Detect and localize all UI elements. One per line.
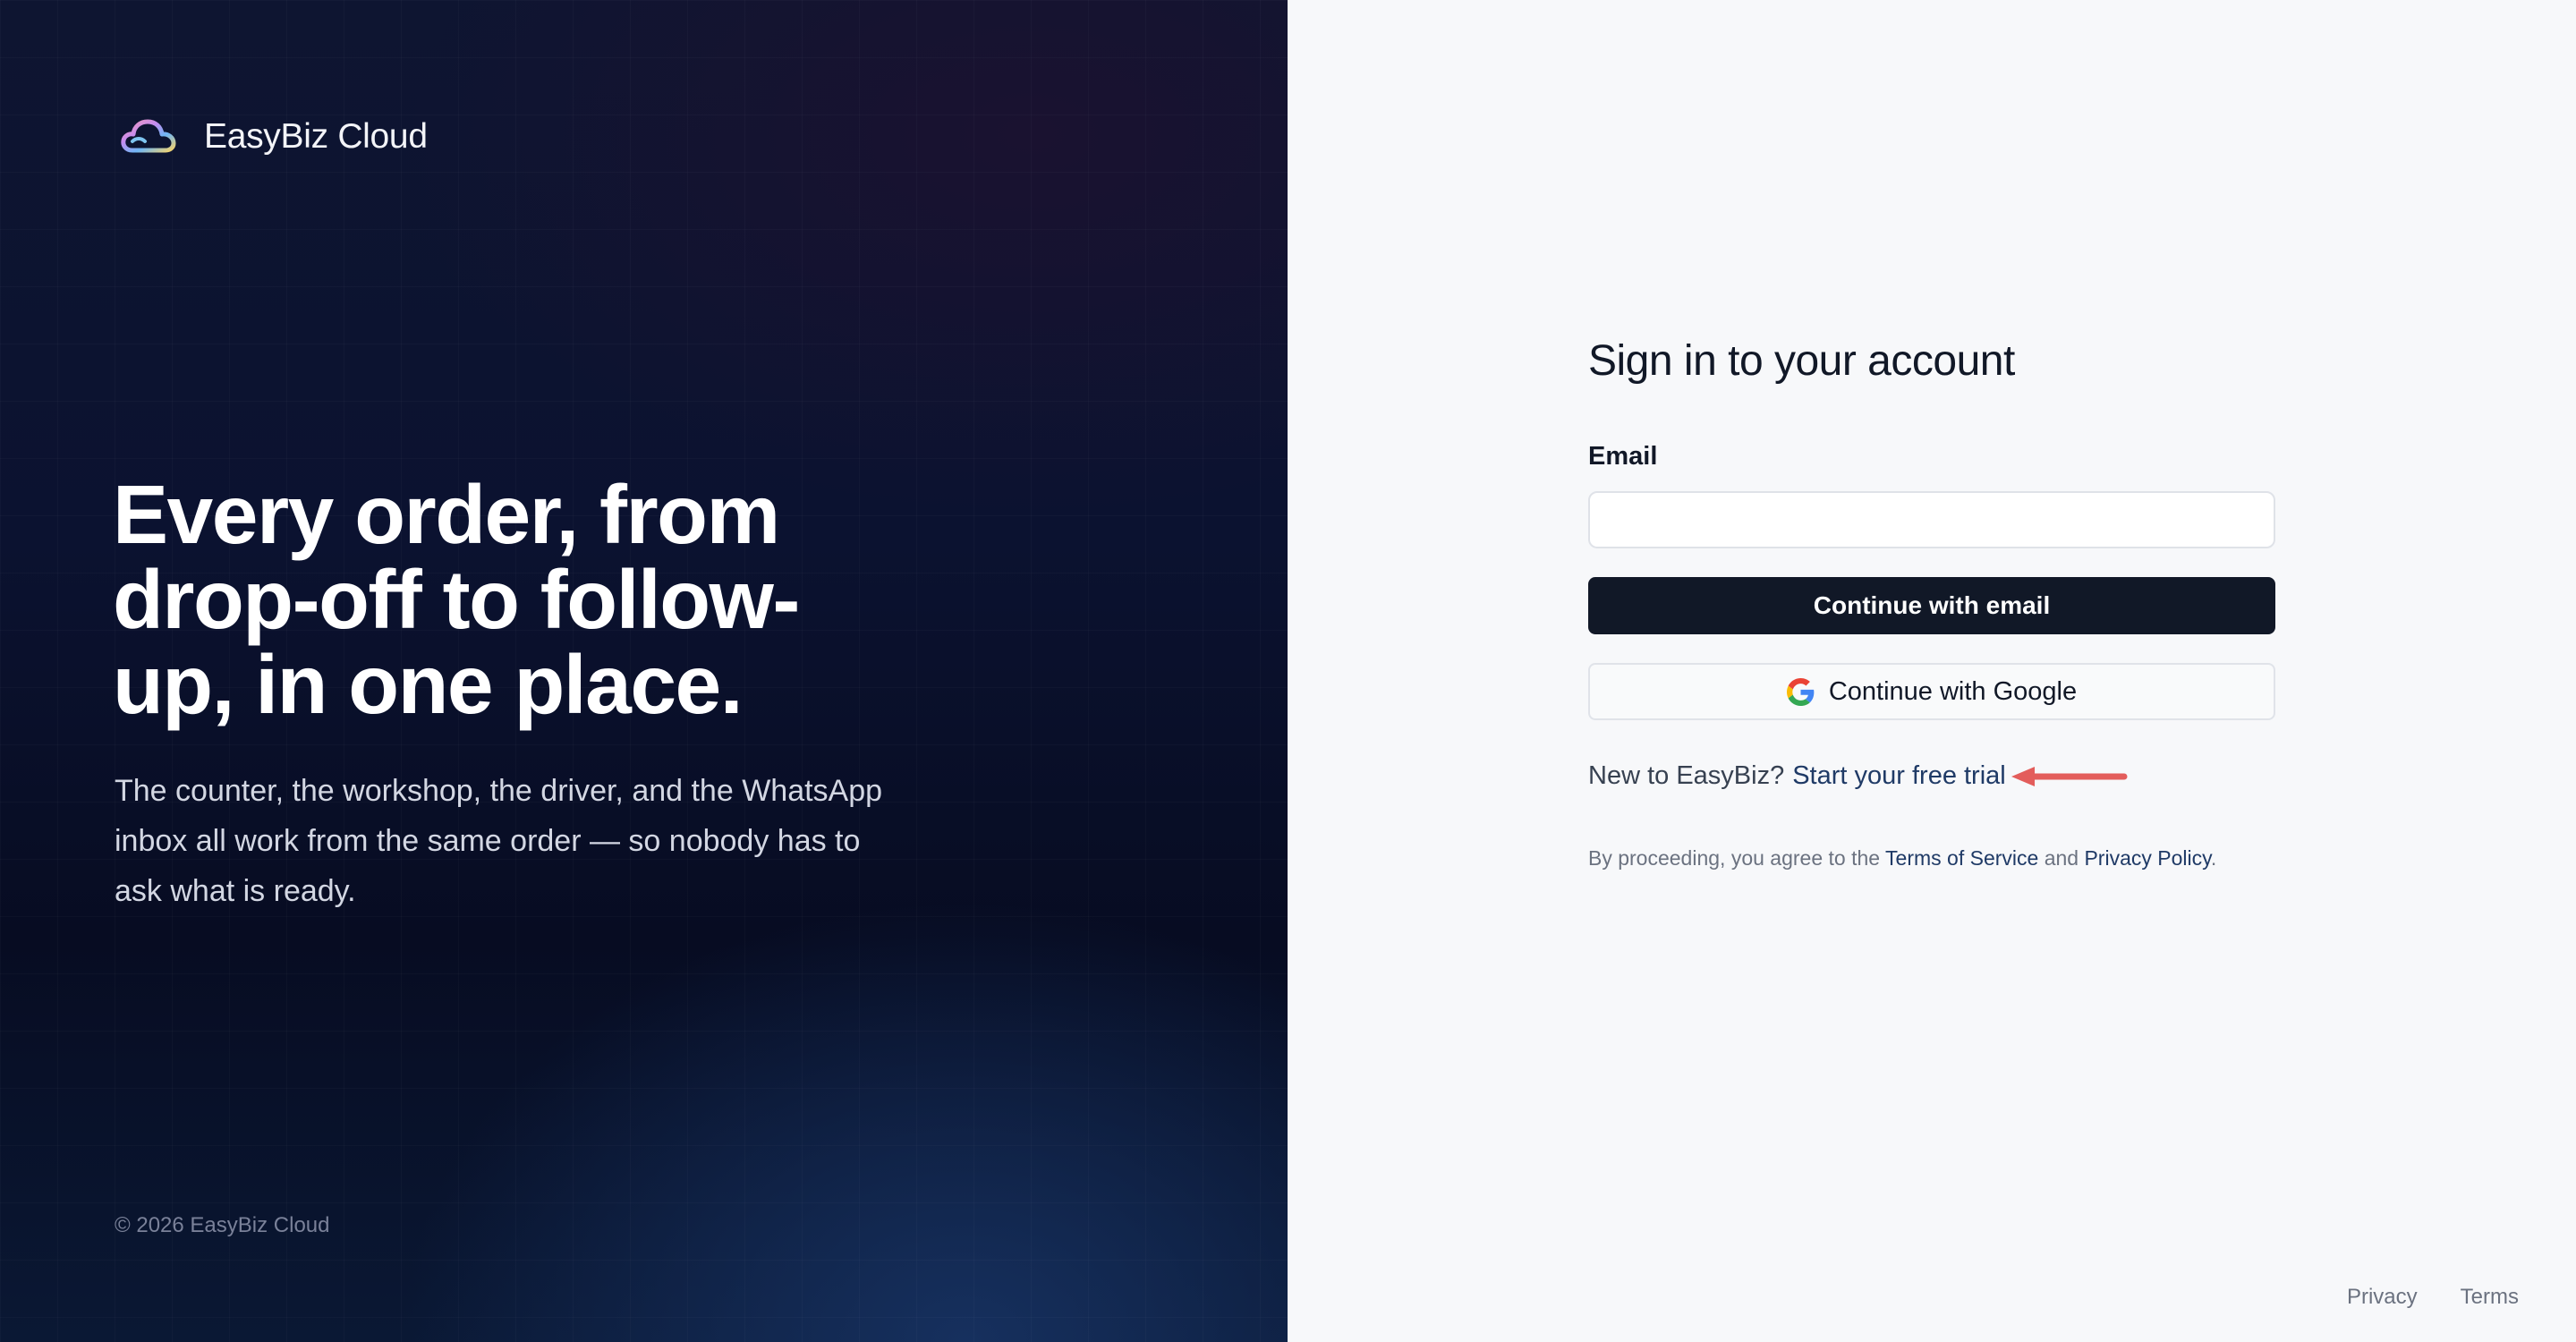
footer-privacy-link[interactable]: Privacy: [2347, 1285, 2418, 1310]
continue-with-google-button[interactable]: Continue with Google: [1588, 663, 2275, 720]
cloud-icon: [121, 119, 176, 153]
sign-in-page: EasyBiz Cloud Every order, from drop-off…: [0, 0, 2576, 1342]
legal-and-text: and: [2044, 846, 2079, 870]
legal-prefix-text: By proceeding, you agree to the: [1588, 846, 1881, 870]
start-free-trial-link[interactable]: Start your free trial: [1792, 761, 2006, 791]
sign-in-form: Sign in to your account Email Continue w…: [1588, 333, 2275, 871]
page-title: Sign in to your account: [1588, 337, 2015, 385]
auth-panel: Sign in to your account Email Continue w…: [1288, 0, 2576, 1342]
signup-prefix-text: New to EasyBiz?: [1588, 761, 1785, 790]
email-label: Email: [1588, 442, 1658, 471]
continue-with-google-label: Continue with Google: [1828, 676, 2078, 706]
continue-with-email-button[interactable]: Continue with email: [1588, 577, 2275, 634]
hero-subtitle: The counter, the workshop, the driver, a…: [115, 774, 883, 908]
brand: EasyBiz Cloud: [120, 115, 428, 159]
legal-suffix-text: .: [2210, 846, 2217, 870]
privacy-policy-link[interactable]: Privacy Policy: [2084, 846, 2210, 870]
brand-name: EasyBiz Cloud: [204, 117, 428, 156]
continue-with-email-label: Continue with email: [1813, 591, 2051, 619]
footer-links: Privacy Terms: [2347, 1285, 2519, 1310]
email-field[interactable]: [1588, 491, 2275, 548]
footer-terms-link[interactable]: Terms: [2461, 1285, 2519, 1310]
google-icon: [1786, 677, 1815, 706]
legal-notice: By proceeding, you agree to the Terms of…: [1588, 846, 2275, 871]
arrow-left-icon: [2011, 766, 2128, 786]
hero-panel: EasyBiz Cloud Every order, from drop-off…: [0, 0, 1288, 1342]
terms-of-service-link[interactable]: Terms of Service: [1885, 846, 2038, 870]
copyright-text: © 2026 EasyBiz Cloud: [115, 1213, 330, 1237]
hero-title: Every order, from drop-off to follow-up,…: [113, 468, 800, 731]
signup-prompt: New to EasyBiz? Start your free trial: [1588, 761, 2275, 791]
